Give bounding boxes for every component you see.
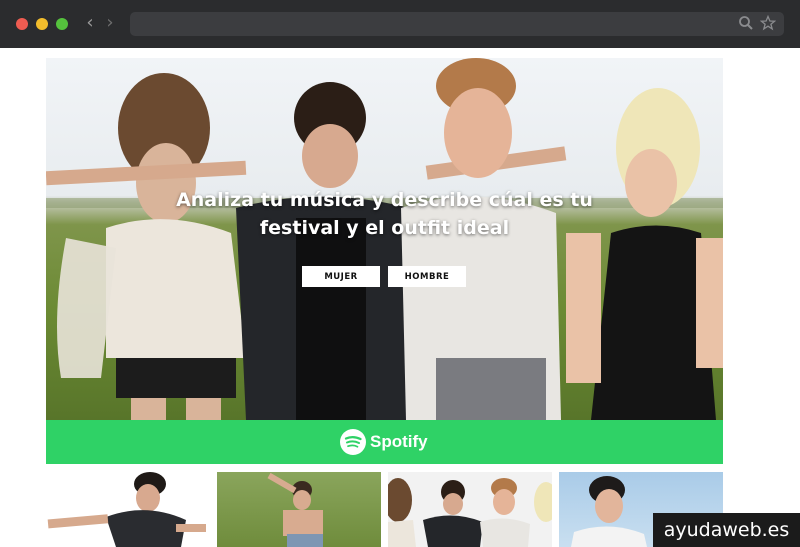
close-window-button[interactable]: [16, 18, 28, 30]
thumbnail-1[interactable]: [46, 472, 210, 547]
site-watermark: ayudaweb.es: [653, 513, 800, 547]
hero-headline: Analiza tu música y describe cúal es tu …: [46, 186, 723, 242]
spotify-banner[interactable]: Spotify: [46, 420, 723, 464]
minimize-window-button[interactable]: [36, 18, 48, 30]
hombre-button[interactable]: HOMBRE: [388, 266, 466, 287]
mujer-button[interactable]: MUJER: [302, 266, 380, 287]
hero-headline-line-1: Analiza tu música y describe cúal es tu: [176, 189, 593, 211]
hero-headline-line-2: festival y el outfit ideal: [259, 217, 510, 239]
forward-icon[interactable]: ›: [102, 12, 118, 34]
hero-banner: Analiza tu música y describe cúal es tu …: [46, 58, 723, 420]
thumbnail-3[interactable]: [388, 472, 552, 547]
page-viewport: Analiza tu música y describe cúal es tu …: [0, 48, 800, 547]
spotify-logo-icon: [340, 429, 366, 455]
back-icon[interactable]: ‹: [82, 12, 98, 34]
address-bar[interactable]: [130, 12, 784, 36]
thumbnail-2[interactable]: [217, 472, 381, 547]
browser-chrome: ‹ ›: [0, 0, 800, 48]
spotify-wordmark: Spotify: [370, 432, 428, 451]
star-icon[interactable]: [760, 15, 776, 31]
search-icon[interactable]: [738, 15, 754, 31]
maximize-window-button[interactable]: [56, 18, 68, 30]
